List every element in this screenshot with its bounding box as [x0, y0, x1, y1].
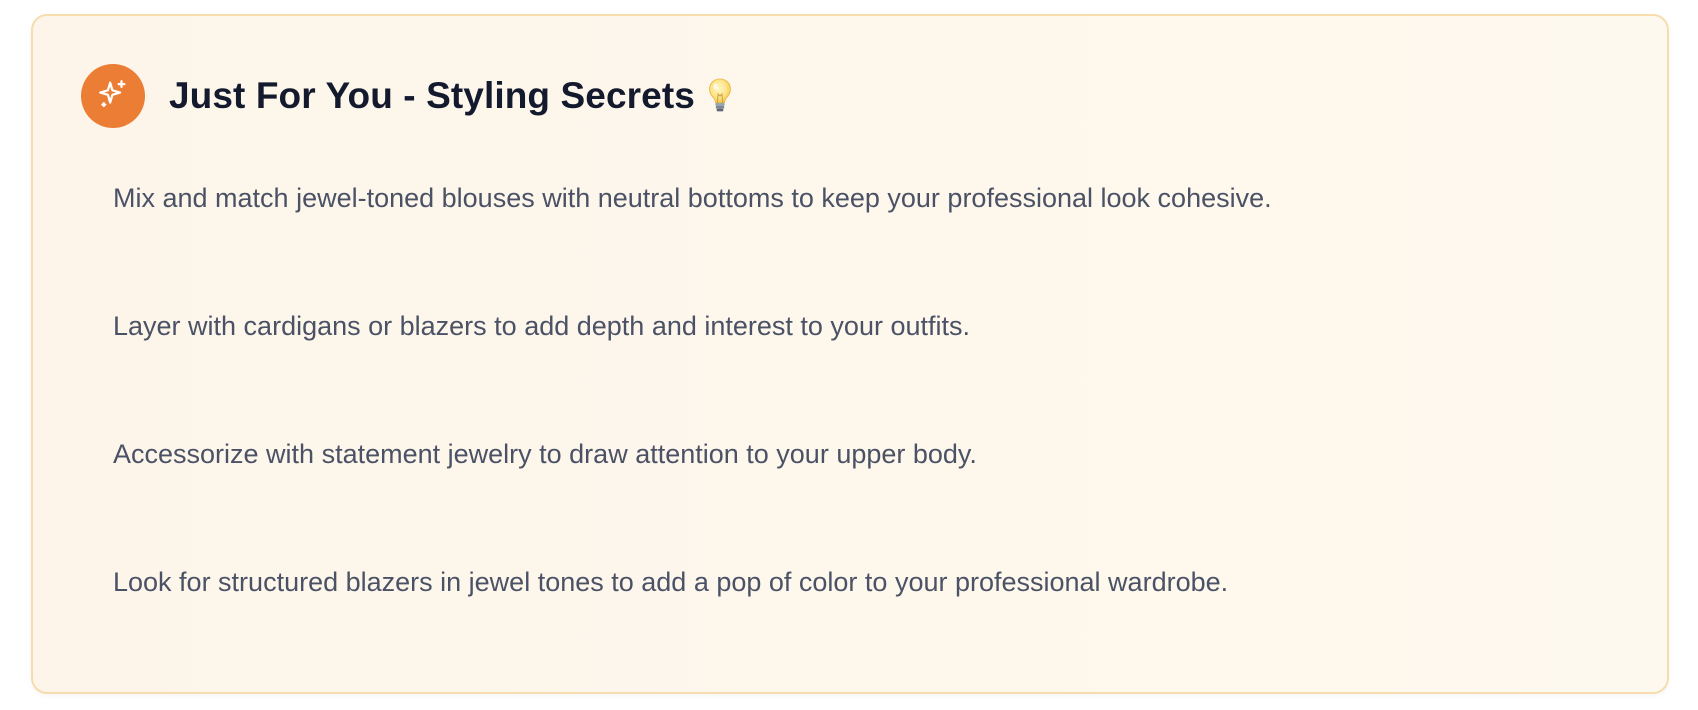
light-bulb-icon [707, 77, 733, 115]
tip-item: Mix and match jewel-toned blouses with n… [113, 183, 1272, 213]
sparkles-icon [96, 77, 130, 116]
tips-list: Mix and match jewel-toned blouses with n… [113, 166, 1272, 678]
styling-secrets-card: Just For You - Styling Secrets Mix and m… [31, 14, 1669, 694]
tip-item: Look for structured blazers in jewel ton… [113, 567, 1229, 597]
sparkles-badge [81, 64, 145, 128]
tip-item: Layer with cardigans or blazers to add d… [113, 311, 970, 341]
tip-item: Accessorize with statement jewelry to dr… [113, 439, 977, 469]
card-title: Just For You - Styling Secrets [169, 75, 695, 116]
title-row: Just For You - Styling Secrets [169, 75, 733, 117]
card-header: Just For You - Styling Secrets [81, 64, 733, 128]
